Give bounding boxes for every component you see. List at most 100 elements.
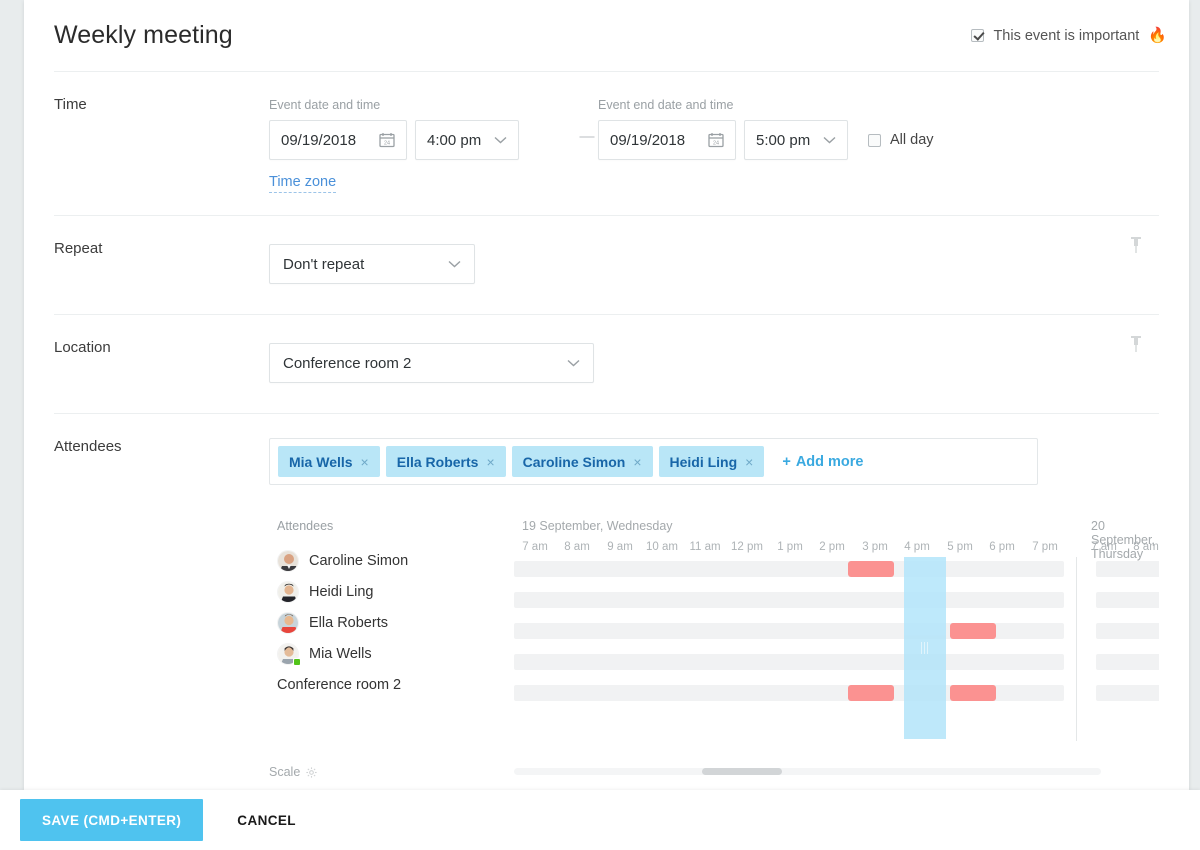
end-caption: Event end date and time [598, 98, 1159, 112]
attendee-chip-label: Caroline Simon [523, 454, 626, 470]
hour-tick: 10 am [641, 541, 683, 553]
repeat-value: Don't repeat [283, 256, 364, 273]
scale-control-row: Scale [269, 761, 1159, 790]
scheduler-timeline[interactable]: 19 September, Wednesday 20 September, Th… [514, 519, 1159, 751]
attendee-chip[interactable]: Heidi Ling × [659, 446, 765, 477]
close-icon[interactable]: × [633, 454, 641, 470]
time-row-content: Event date and time 09/19/2018 [269, 72, 1159, 215]
list-item[interactable]: Caroline Simon [269, 545, 514, 576]
table-row [1096, 654, 1159, 670]
start-date-input[interactable]: 09/19/2018 24 [269, 120, 407, 160]
pin-icon[interactable] [1129, 335, 1143, 353]
hour-tick: 4 pm [896, 541, 938, 553]
chevron-down-icon[interactable] [448, 260, 461, 268]
repeat-row-content: Don't repeat [269, 216, 1159, 314]
calendar-icon[interactable]: 24 [379, 132, 395, 148]
end-datetime-group: Event end date and time 09/19/2018 [598, 98, 1159, 160]
avatar [277, 612, 299, 634]
calendar-icon[interactable]: 24 [708, 132, 724, 148]
card-body: Time Event date and time 09/19/2018 [24, 72, 1189, 790]
close-icon[interactable]: × [745, 454, 753, 470]
end-time-select[interactable]: 5:00 pm [744, 120, 848, 160]
end-date-input[interactable]: 09/19/2018 24 [598, 120, 736, 160]
day-label-2: 20 September, Thursday [1091, 519, 1159, 537]
attendee-name: Caroline Simon [309, 553, 408, 569]
chevron-down-icon[interactable] [823, 136, 836, 144]
day-label-1: 19 September, Wednesday [522, 519, 673, 537]
attendee-chip[interactable]: Mia Wells × [278, 446, 380, 477]
attendee-chip[interactable]: Caroline Simon × [512, 446, 653, 477]
online-status-icon [293, 658, 301, 666]
attendees-chips-field[interactable]: Mia Wells × Ella Roberts × Caroline Simo… [269, 438, 1038, 485]
save-button[interactable]: SAVE (CMD+ENTER) [20, 799, 203, 841]
chevron-down-icon[interactable] [494, 136, 507, 144]
location-select[interactable]: Conference room 2 [269, 343, 594, 383]
avatar [277, 581, 299, 603]
selected-time-band[interactable] [904, 557, 946, 739]
time-row: Time Event date and time 09/19/2018 [54, 72, 1159, 216]
scheduler-room-label: Conference room 2 [269, 669, 514, 700]
hour-tick: 5 pm [939, 541, 981, 553]
attendees-row-label: Attendees [54, 414, 269, 455]
attendees-row-content: Mia Wells × Ella Roberts × Caroline Simo… [269, 414, 1159, 790]
hour-tick: 8 am [556, 541, 598, 553]
cancel-button[interactable]: CANCEL [221, 799, 312, 841]
action-bar: SAVE (CMD+ENTER) CANCEL [0, 790, 1200, 850]
start-datetime-group: Event date and time 09/19/2018 [269, 98, 576, 160]
scrollbar-thumb[interactable] [702, 768, 782, 775]
location-row-content: Conference room 2 [269, 315, 1159, 413]
location-row-label: Location [54, 315, 269, 356]
event-card: Weekly meeting This event is important 🔥… [24, 0, 1189, 790]
all-day-toggle[interactable]: All day [868, 120, 934, 160]
attendee-chip[interactable]: Ella Roberts × [386, 446, 506, 477]
scheduler-attendees-caption: Attendees [269, 519, 514, 533]
drag-handle-icon[interactable] [921, 642, 929, 654]
table-row [1096, 561, 1159, 577]
start-time-select[interactable]: 4:00 pm [415, 120, 519, 160]
end-date-value: 09/19/2018 [610, 132, 685, 149]
list-item[interactable]: Heidi Ling [269, 576, 514, 607]
close-icon[interactable]: × [486, 454, 494, 470]
list-item[interactable]: Ella Roberts [269, 607, 514, 638]
scale-control[interactable]: Scale [269, 765, 317, 779]
add-more-button[interactable]: + Add more [770, 454, 875, 470]
all-day-checkbox[interactable] [868, 134, 881, 147]
hour-tick: 7 am [1083, 541, 1125, 553]
busy-block [848, 561, 894, 577]
add-more-label: Add more [796, 454, 864, 470]
attendee-chip-label: Ella Roberts [397, 454, 479, 470]
list-item[interactable]: Mia Wells [269, 638, 514, 669]
hour-tick: 2 pm [811, 541, 853, 553]
busy-block [950, 685, 996, 701]
hour-tick: 6 pm [981, 541, 1023, 553]
pin-icon[interactable] [1129, 236, 1143, 254]
timeline-scrollbar[interactable] [514, 768, 1101, 775]
table-row [514, 654, 1064, 670]
scheduler-attendee-list: Attendees [269, 519, 514, 700]
page-title: Weekly meeting [54, 21, 233, 50]
hour-tick: 1 pm [769, 541, 811, 553]
hour-tick: 7 am [514, 541, 556, 553]
important-checkbox[interactable] [971, 29, 984, 42]
attendee-chip-label: Heidi Ling [670, 454, 738, 470]
svg-text:24: 24 [384, 140, 390, 146]
day-separator [1076, 557, 1077, 741]
attendees-row: Attendees Mia Wells × Ella Roberts × Car… [54, 414, 1159, 790]
card-header: Weekly meeting This event is important 🔥 [24, 0, 1189, 71]
location-value: Conference room 2 [283, 355, 411, 372]
important-label: This event is important [993, 28, 1139, 44]
time-zone-link[interactable]: Time zone [269, 174, 336, 193]
close-icon[interactable]: × [361, 454, 369, 470]
hour-tick: 3 pm [854, 541, 896, 553]
busy-block [950, 623, 996, 639]
table-row [1096, 623, 1159, 639]
hour-tick: 12 pm [726, 541, 768, 553]
attendee-name: Mia Wells [309, 646, 372, 662]
availability-grid [514, 561, 1159, 739]
important-toggle[interactable]: This event is important 🔥 [971, 28, 1167, 44]
chevron-down-icon[interactable] [567, 359, 580, 367]
hour-tick: 9 am [599, 541, 641, 553]
gear-icon[interactable] [306, 767, 317, 778]
all-day-label: All day [890, 132, 934, 148]
repeat-select[interactable]: Don't repeat [269, 244, 475, 284]
